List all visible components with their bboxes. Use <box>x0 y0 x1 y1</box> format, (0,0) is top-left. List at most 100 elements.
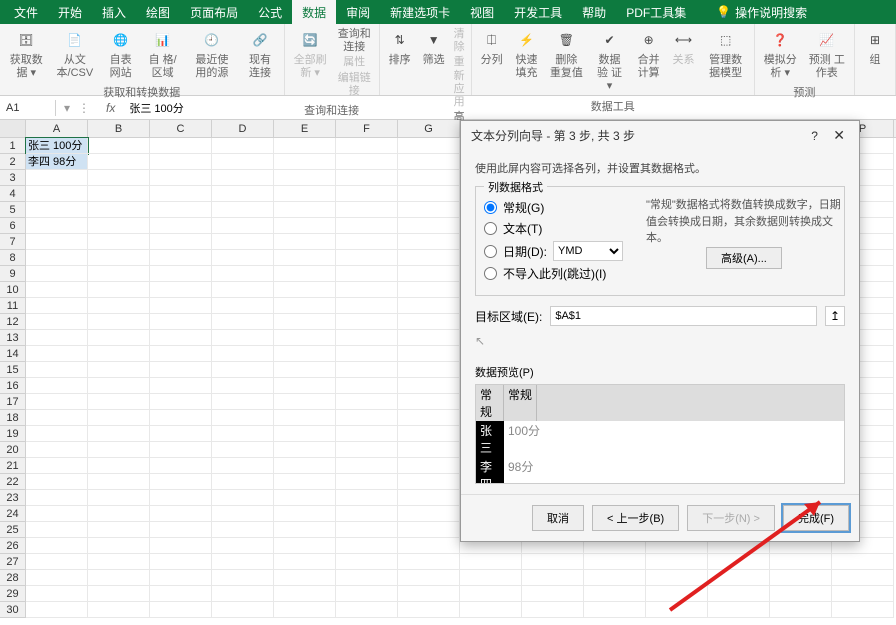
cell[interactable] <box>26 474 88 490</box>
row-header[interactable]: 13 <box>0 330 26 346</box>
cell[interactable] <box>150 298 212 314</box>
tab-insert[interactable]: 插入 <box>92 0 136 25</box>
cell[interactable] <box>150 362 212 378</box>
cell[interactable] <box>770 570 832 586</box>
cell[interactable] <box>150 330 212 346</box>
cell[interactable] <box>212 378 274 394</box>
collapse-dialog-button[interactable]: ↥ <box>825 306 845 326</box>
cell[interactable] <box>150 266 212 282</box>
cell[interactable] <box>646 586 708 602</box>
cell[interactable] <box>708 602 770 618</box>
cell[interactable] <box>522 570 584 586</box>
cell[interactable] <box>274 346 336 362</box>
cell[interactable] <box>26 570 88 586</box>
cell[interactable] <box>212 426 274 442</box>
row-header[interactable]: 6 <box>0 218 26 234</box>
cell[interactable] <box>88 538 150 554</box>
cell[interactable] <box>336 218 398 234</box>
cell[interactable] <box>398 506 460 522</box>
tab-layout[interactable]: 页面布局 <box>180 0 248 25</box>
cell[interactable] <box>274 586 336 602</box>
cell[interactable] <box>274 218 336 234</box>
row-header[interactable]: 17 <box>0 394 26 410</box>
cell[interactable] <box>88 330 150 346</box>
cell[interactable] <box>150 314 212 330</box>
cell[interactable] <box>150 394 212 410</box>
cell[interactable] <box>212 218 274 234</box>
cell[interactable] <box>212 266 274 282</box>
cell[interactable] <box>398 458 460 474</box>
data-model-button[interactable]: ⬚管理数 据模型 <box>701 26 749 82</box>
cell[interactable] <box>274 570 336 586</box>
cell[interactable] <box>832 586 894 602</box>
col-header[interactable]: D <box>212 120 274 137</box>
cell[interactable] <box>212 202 274 218</box>
flash-fill-button[interactable]: ⚡快速填充 <box>510 26 544 82</box>
cell[interactable] <box>212 474 274 490</box>
row-header[interactable]: 7 <box>0 234 26 250</box>
cell[interactable] <box>150 186 212 202</box>
cell[interactable] <box>88 506 150 522</box>
cell[interactable] <box>398 490 460 506</box>
cell[interactable] <box>274 138 336 154</box>
cell[interactable] <box>88 186 150 202</box>
cell[interactable] <box>336 554 398 570</box>
tab-pdf[interactable]: PDF工具集 <box>616 0 696 25</box>
cell[interactable] <box>88 442 150 458</box>
name-box[interactable]: A1 <box>0 100 56 116</box>
cell[interactable] <box>26 554 88 570</box>
row-header[interactable]: 26 <box>0 538 26 554</box>
cell[interactable] <box>274 490 336 506</box>
row-header[interactable]: 24 <box>0 506 26 522</box>
cell[interactable] <box>150 426 212 442</box>
row-header[interactable]: 27 <box>0 554 26 570</box>
cell[interactable] <box>150 234 212 250</box>
cell[interactable] <box>336 474 398 490</box>
cell[interactable] <box>398 554 460 570</box>
cell[interactable] <box>88 602 150 618</box>
row-header[interactable]: 10 <box>0 282 26 298</box>
data-validation-button[interactable]: ✔数据验 证 ▾ <box>589 26 630 96</box>
help-button[interactable]: ? <box>803 129 826 143</box>
cell[interactable] <box>150 218 212 234</box>
cell[interactable] <box>274 426 336 442</box>
cell[interactable] <box>336 154 398 170</box>
text-to-columns-button[interactable]: ⎅分列 <box>476 26 508 69</box>
cell[interactable] <box>336 586 398 602</box>
row-header[interactable]: 15 <box>0 362 26 378</box>
cell[interactable] <box>150 250 212 266</box>
cell[interactable] <box>460 602 522 618</box>
cell[interactable] <box>26 186 88 202</box>
search-hint[interactable]: 💡 操作说明搜索 <box>716 4 807 21</box>
cell[interactable] <box>336 250 398 266</box>
cell[interactable] <box>398 202 460 218</box>
cell[interactable] <box>212 314 274 330</box>
tab-draw[interactable]: 绘图 <box>136 0 180 25</box>
cell[interactable] <box>398 186 460 202</box>
cell[interactable] <box>584 602 646 618</box>
cell[interactable] <box>336 442 398 458</box>
row-header[interactable]: 18 <box>0 410 26 426</box>
cell[interactable] <box>274 314 336 330</box>
row-header[interactable]: 3 <box>0 170 26 186</box>
col-header[interactable]: C <box>150 120 212 137</box>
cell[interactable] <box>398 426 460 442</box>
cell[interactable] <box>88 490 150 506</box>
cell[interactable] <box>26 314 88 330</box>
cell[interactable] <box>26 266 88 282</box>
cell[interactable] <box>212 362 274 378</box>
cell[interactable] <box>832 570 894 586</box>
cell[interactable] <box>274 202 336 218</box>
cell[interactable] <box>150 522 212 538</box>
cell[interactable] <box>26 506 88 522</box>
cell[interactable] <box>88 458 150 474</box>
cell[interactable] <box>150 170 212 186</box>
cell[interactable] <box>150 154 212 170</box>
cell[interactable] <box>26 250 88 266</box>
row-header[interactable]: 20 <box>0 442 26 458</box>
cell[interactable] <box>336 266 398 282</box>
cell[interactable] <box>26 394 88 410</box>
cell[interactable] <box>274 458 336 474</box>
cell[interactable] <box>460 570 522 586</box>
cell[interactable] <box>212 442 274 458</box>
